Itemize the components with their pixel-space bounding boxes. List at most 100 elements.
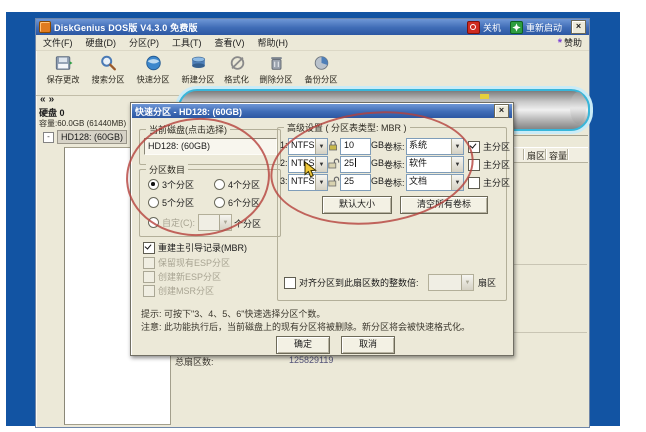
advanced-settings-legend: 高级设置 ( 分区表类型: MBR ): [284, 121, 410, 134]
current-disk-value[interactable]: HD128: (60GB): [144, 138, 277, 155]
toolbar-new-partition[interactable]: 新建分区: [176, 53, 220, 86]
radio-custom-count[interactable]: 自定(C):: [148, 216, 195, 229]
toolbar-format[interactable]: 格式化: [221, 53, 253, 86]
radio-4-partitions[interactable]: 4个分区: [214, 178, 260, 191]
keep-esp-checkbox[interactable]: 保留现有ESP分区: [143, 256, 230, 269]
align-partition-checkbox[interactable]: 对齐分区到此扇区数的整数倍:: [284, 276, 419, 289]
primary-partition-checkbox-3[interactable]: 主分区: [468, 176, 510, 189]
rebuild-mbr-checkbox[interactable]: 重建主引导记录(MBR): [143, 241, 247, 254]
warning-text: 注意: 此功能执行后，当前磁盘上的现有分区将被删除。新分区将会被快速格式化。: [141, 322, 471, 332]
checkbox-label: 创建新ESP分区: [158, 272, 222, 282]
custom-count-combo[interactable]: ▼: [198, 214, 232, 231]
restart-label: 重新启动: [525, 22, 562, 33]
volume-name-combo-3[interactable]: 文档 ▼: [406, 174, 464, 191]
disk-capacity-label: 容量:60.0GB (61440MB): [39, 119, 127, 128]
clear-labels-button[interactable]: 清空所有卷标: [400, 196, 488, 214]
radio-3-partitions[interactable]: 3个分区: [148, 178, 194, 191]
chevron-down-icon: ▼: [451, 139, 463, 154]
chevron-down-icon: ▼: [315, 157, 327, 172]
lock-closed-icon[interactable]: [328, 138, 340, 151]
toolbar-backup-partition[interactable]: 备份分区: [299, 53, 343, 86]
partition-count-legend: 分区数目: [146, 163, 189, 176]
current-disk-group: 当前磁盘(点击选择) HD128: (60GB): [139, 123, 281, 165]
power-icon: [466, 20, 480, 34]
current-disk-legend: 当前磁盘(点击选择): [146, 123, 230, 136]
restart-button[interactable]: 重新启动: [509, 20, 562, 34]
checkbox-label: 保留现有ESP分区: [158, 258, 231, 268]
size-unit: GB: [371, 176, 385, 186]
radio-label: 6个分区: [228, 198, 261, 208]
row-index: 1:: [280, 140, 288, 150]
menu-file[interactable]: 文件(F): [43, 36, 73, 49]
radio-icon: [214, 197, 225, 208]
volume-name-combo-2[interactable]: 软件 ▼: [406, 156, 464, 173]
radio-label: 自定(C):: [162, 218, 195, 228]
size-input-1[interactable]: 10: [340, 138, 371, 155]
lock-open-icon[interactable]: [328, 174, 340, 187]
app-icon: [39, 21, 51, 33]
shutdown-button[interactable]: 关机: [466, 20, 501, 34]
total-sectors-value: 125829119: [289, 355, 334, 365]
radio-icon: [148, 197, 159, 208]
volume-name-combo-1[interactable]: 系统 ▼: [406, 138, 464, 155]
lock-open-icon[interactable]: [328, 156, 340, 169]
volume-label-caption: 卷标:: [384, 178, 405, 188]
size-value: 25: [344, 158, 355, 168]
menu-tools[interactable]: 工具(T): [172, 36, 202, 49]
size-input-3[interactable]: 25: [340, 174, 371, 191]
volume-label-caption: 卷标:: [384, 160, 405, 170]
checkbox-label: 主分区: [483, 142, 511, 152]
toolbar-label: 备份分区: [304, 75, 338, 85]
window-close-button[interactable]: ×: [571, 20, 586, 34]
sponsor-link[interactable]: * 赞助: [558, 36, 582, 49]
cancel-button[interactable]: 取消: [341, 336, 395, 354]
fs-type-combo-3[interactable]: NTFS ▼: [288, 174, 328, 191]
restart-icon: [509, 20, 523, 34]
ok-button[interactable]: 确定: [276, 336, 330, 354]
primary-partition-checkbox-1[interactable]: 主分区: [468, 140, 510, 153]
toolbar-delete-partition[interactable]: 删除分区: [254, 53, 298, 86]
menu-partition[interactable]: 分区(P): [129, 36, 159, 49]
radio-icon: [214, 179, 225, 190]
prev-disk-button[interactable]: «: [40, 94, 46, 105]
menu-disk[interactable]: 硬盘(D): [86, 36, 117, 49]
default-size-button[interactable]: 默认大小: [322, 196, 392, 214]
toolbar-label: 格式化: [224, 75, 250, 85]
primary-partition-checkbox-2[interactable]: 主分区: [468, 158, 510, 171]
checkbox-icon: [468, 158, 480, 171]
next-disk-button[interactable]: »: [49, 94, 55, 105]
size-input-2[interactable]: 25: [340, 156, 371, 173]
align-sectors-combo[interactable]: ▼: [428, 274, 474, 291]
radio-6-partitions[interactable]: 6个分区: [214, 196, 260, 209]
radio-icon: [148, 179, 159, 190]
disk-nav: « »: [40, 94, 54, 105]
menu-view[interactable]: 查看(V): [215, 36, 245, 49]
fs-type-combo-2[interactable]: NTFS ▼: [288, 156, 328, 173]
disk-tree-item[interactable]: - HD128: (60GB): [43, 130, 128, 144]
dialog-close-button[interactable]: ×: [494, 104, 509, 118]
volume-label-caption: 卷标:: [384, 142, 405, 152]
tree-collapse-icon[interactable]: -: [43, 131, 54, 143]
custom-count-suffix: 个分区: [234, 219, 262, 229]
menu-help[interactable]: 帮助(H): [258, 36, 289, 49]
chevron-down-icon: ▼: [315, 139, 327, 154]
fs-type-combo-1[interactable]: NTFS ▼: [288, 138, 328, 155]
create-msr-checkbox[interactable]: 创建MSR分区: [143, 284, 214, 297]
toolbar-label: 新建分区: [181, 75, 215, 85]
row-index: 3:: [280, 176, 288, 186]
radio-5-partitions[interactable]: 5个分区: [148, 196, 194, 209]
volume-name-value: 软件: [409, 158, 428, 168]
align-unit-label: 扇区: [478, 278, 497, 288]
disk-stack-icon: [187, 53, 209, 73]
table-row-line: [513, 264, 587, 265]
create-esp-checkbox[interactable]: 创建新ESP分区: [143, 270, 221, 283]
column-capacity: 容量: [549, 151, 568, 161]
checkbox-icon: [143, 241, 155, 254]
volume-name-value: 系统: [409, 140, 428, 150]
format-icon: [226, 53, 248, 73]
toolbar-save-changes[interactable]: 保存更改: [41, 53, 85, 86]
toolbar-search-partition[interactable]: 搜索分区: [86, 53, 130, 86]
size-unit: GB: [371, 140, 385, 150]
toolbar-label: 删除分区: [259, 75, 293, 85]
toolbar-quick-partition[interactable]: 快速分区: [131, 53, 175, 86]
